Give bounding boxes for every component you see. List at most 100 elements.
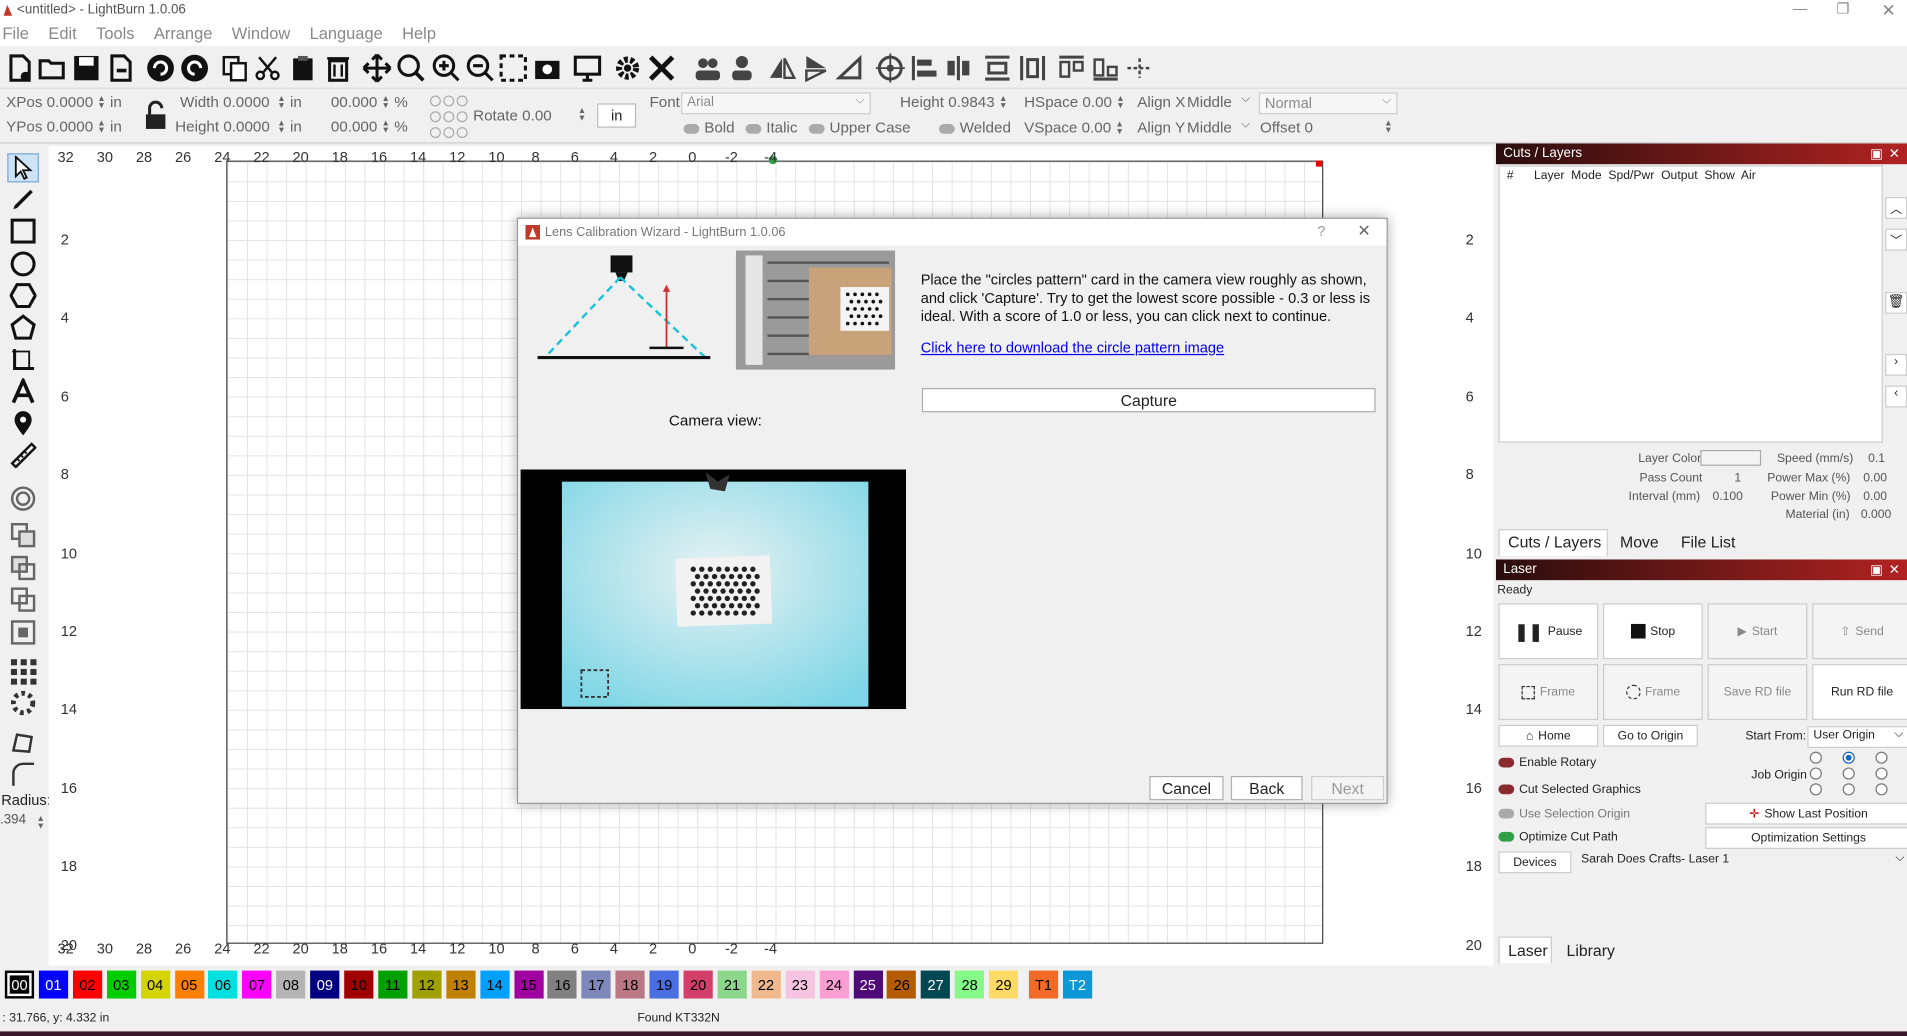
tab-laser[interactable]: Laser bbox=[1508, 941, 1548, 959]
palette-color-T1[interactable]: T1 bbox=[1028, 970, 1059, 999]
distribute-horizontal-icon[interactable] bbox=[1017, 52, 1049, 84]
xpos-spinner-icon[interactable]: ▲ ▼ bbox=[97, 95, 106, 111]
panel-close-icon[interactable]: ✕ bbox=[1889, 146, 1900, 162]
measure-tool-icon[interactable] bbox=[7, 440, 39, 469]
ungroup-icon[interactable] bbox=[726, 52, 758, 84]
layer-color-swatch[interactable] bbox=[1700, 450, 1762, 466]
circular-array-icon[interactable] bbox=[7, 688, 39, 717]
palette-color-25[interactable]: 25 bbox=[853, 970, 883, 999]
welded-toggle[interactable] bbox=[938, 123, 955, 134]
settings-icon[interactable] bbox=[612, 52, 644, 84]
pass-count-field[interactable]: 1 bbox=[1734, 472, 1741, 485]
lock-icon[interactable] bbox=[144, 100, 168, 132]
hspace-field[interactable]: 0.00 bbox=[1082, 94, 1112, 111]
use-selection-origin-toggle[interactable] bbox=[1498, 809, 1515, 819]
palette-color-11[interactable]: 11 bbox=[378, 970, 408, 999]
device-select[interactable]: Sarah Does Crafts- Laser 1 bbox=[1576, 851, 1907, 873]
back-button[interactable]: Back bbox=[1230, 775, 1303, 801]
palette-color-12[interactable]: 12 bbox=[412, 970, 442, 999]
palette-color-00[interactable]: 00 bbox=[4, 970, 35, 999]
width-spinner-icon[interactable]: ▲ ▼ bbox=[277, 95, 286, 111]
hspace-spinner-icon[interactable]: ▲ ▼ bbox=[1116, 95, 1125, 111]
home-button[interactable]: ⌂ Home bbox=[1498, 724, 1599, 747]
col-spd-pwr[interactable]: Spd/Pwr bbox=[1608, 169, 1654, 182]
cut-icon[interactable] bbox=[252, 52, 284, 84]
palette-color-24[interactable]: 24 bbox=[819, 970, 849, 999]
select-tool-icon[interactable] bbox=[7, 153, 39, 183]
menu-help[interactable]: Help bbox=[402, 22, 436, 45]
close-icon[interactable]: ✕ bbox=[1882, 0, 1896, 21]
height-field[interactable]: 0.0000 bbox=[223, 118, 270, 135]
vspace-field[interactable]: 0.00 bbox=[1082, 119, 1112, 136]
cuts-layers-table[interactable]: # Layer Mode Spd/Pwr Output Show Air bbox=[1498, 165, 1883, 443]
job-origin-tc[interactable] bbox=[1842, 751, 1855, 764]
frame-button[interactable]: Frame bbox=[1498, 664, 1599, 721]
corner-radius-icon[interactable] bbox=[7, 760, 39, 789]
start-button[interactable]: ▶ Start bbox=[1707, 603, 1808, 660]
zoom-in-icon[interactable] bbox=[431, 52, 463, 84]
rotate-field[interactable]: 0.00 bbox=[522, 107, 552, 124]
palette-color-21[interactable]: 21 bbox=[717, 970, 747, 999]
palette-color-17[interactable]: 17 bbox=[581, 970, 611, 999]
rotate-tool-icon[interactable] bbox=[834, 52, 866, 84]
offset-spinner-icon[interactable]: ▲ ▼ bbox=[1384, 119, 1393, 135]
menu-file[interactable]: File bbox=[2, 22, 28, 45]
mirror-horizontal-icon[interactable] bbox=[766, 52, 798, 84]
delete-icon[interactable] bbox=[322, 52, 354, 84]
palette-color-20[interactable]: 20 bbox=[683, 970, 713, 999]
redo-icon[interactable] bbox=[179, 52, 211, 84]
offset-field[interactable]: 0 bbox=[1305, 119, 1313, 136]
col-layer[interactable]: Layer bbox=[1534, 169, 1564, 182]
ypos-field[interactable]: 0.0000 bbox=[47, 118, 94, 135]
col-mode[interactable]: Mode bbox=[1571, 169, 1601, 182]
camera-icon[interactable] bbox=[532, 52, 564, 84]
tools-icon[interactable] bbox=[646, 52, 678, 84]
job-origin-bl[interactable] bbox=[1809, 783, 1822, 796]
scale-width-field[interactable]: 00.000 bbox=[331, 94, 378, 111]
palette-color-07[interactable]: 07 bbox=[242, 970, 272, 999]
palette-color-08[interactable]: 08 bbox=[276, 970, 306, 999]
palette-color-26[interactable]: 26 bbox=[887, 970, 917, 999]
italic-toggle[interactable] bbox=[745, 123, 762, 134]
minimize-icon[interactable]: — bbox=[1793, 0, 1808, 17]
cut-selected-toggle[interactable] bbox=[1498, 784, 1515, 795]
dialog-help-icon[interactable]: ? bbox=[1317, 223, 1325, 240]
dialog-close-icon[interactable]: ✕ bbox=[1357, 221, 1370, 240]
move-layer-down-icon[interactable]: ﹀ bbox=[1885, 228, 1907, 251]
units-toggle-button[interactable]: in bbox=[597, 103, 637, 128]
run-rd-button[interactable]: Run RD file bbox=[1812, 664, 1907, 721]
aligny-select[interactable]: Middle bbox=[1182, 118, 1255, 140]
maximize-icon[interactable]: ❐ bbox=[1837, 0, 1850, 17]
paste-icon[interactable] bbox=[287, 52, 319, 84]
panel-float-icon[interactable]: ▣ bbox=[1870, 146, 1883, 162]
palette-color-02[interactable]: 02 bbox=[72, 970, 102, 999]
send-button[interactable]: ⇧ Send bbox=[1812, 603, 1907, 660]
radius-spinner-icon[interactable]: ▲ ▼ bbox=[36, 815, 45, 831]
palette-color-01[interactable]: 01 bbox=[38, 970, 68, 999]
menu-tools[interactable]: Tools bbox=[96, 22, 134, 45]
tab-move[interactable]: Move bbox=[1620, 533, 1659, 551]
alignx-select[interactable]: Middle bbox=[1182, 92, 1255, 114]
zoom-out-icon[interactable] bbox=[465, 52, 497, 84]
palette-color-05[interactable]: 05 bbox=[174, 970, 204, 999]
enable-rotary-toggle[interactable] bbox=[1498, 758, 1515, 768]
job-origin-tr[interactable] bbox=[1875, 751, 1888, 764]
new-file-icon[interactable] bbox=[4, 52, 36, 84]
download-pattern-link[interactable]: Click here to download the circle patter… bbox=[921, 339, 1224, 356]
rectangle-tool-icon[interactable] bbox=[7, 216, 39, 245]
palette-color-28[interactable]: 28 bbox=[954, 970, 985, 999]
boolean-subtract-icon[interactable] bbox=[7, 553, 39, 582]
next-button[interactable]: Next bbox=[1311, 775, 1385, 801]
go-to-origin-button[interactable]: Go to Origin bbox=[1603, 724, 1698, 747]
monitor-icon[interactable] bbox=[572, 52, 604, 84]
power-min-field[interactable]: 0.00 bbox=[1863, 490, 1887, 503]
stop-button[interactable]: Stop bbox=[1603, 603, 1703, 660]
offset-tool-icon[interactable] bbox=[7, 484, 39, 513]
vspace-spinner-icon[interactable]: ▲ ▼ bbox=[1115, 120, 1124, 136]
job-origin-bc[interactable] bbox=[1842, 783, 1855, 796]
frame-circle-button[interactable]: Frame bbox=[1603, 664, 1703, 721]
text-height-field[interactable]: 0.9843 bbox=[948, 94, 995, 111]
tab-file-list[interactable]: File List bbox=[1681, 533, 1735, 551]
speed-field[interactable]: 0.1 bbox=[1868, 452, 1885, 465]
tab-library[interactable]: Library bbox=[1567, 941, 1615, 959]
